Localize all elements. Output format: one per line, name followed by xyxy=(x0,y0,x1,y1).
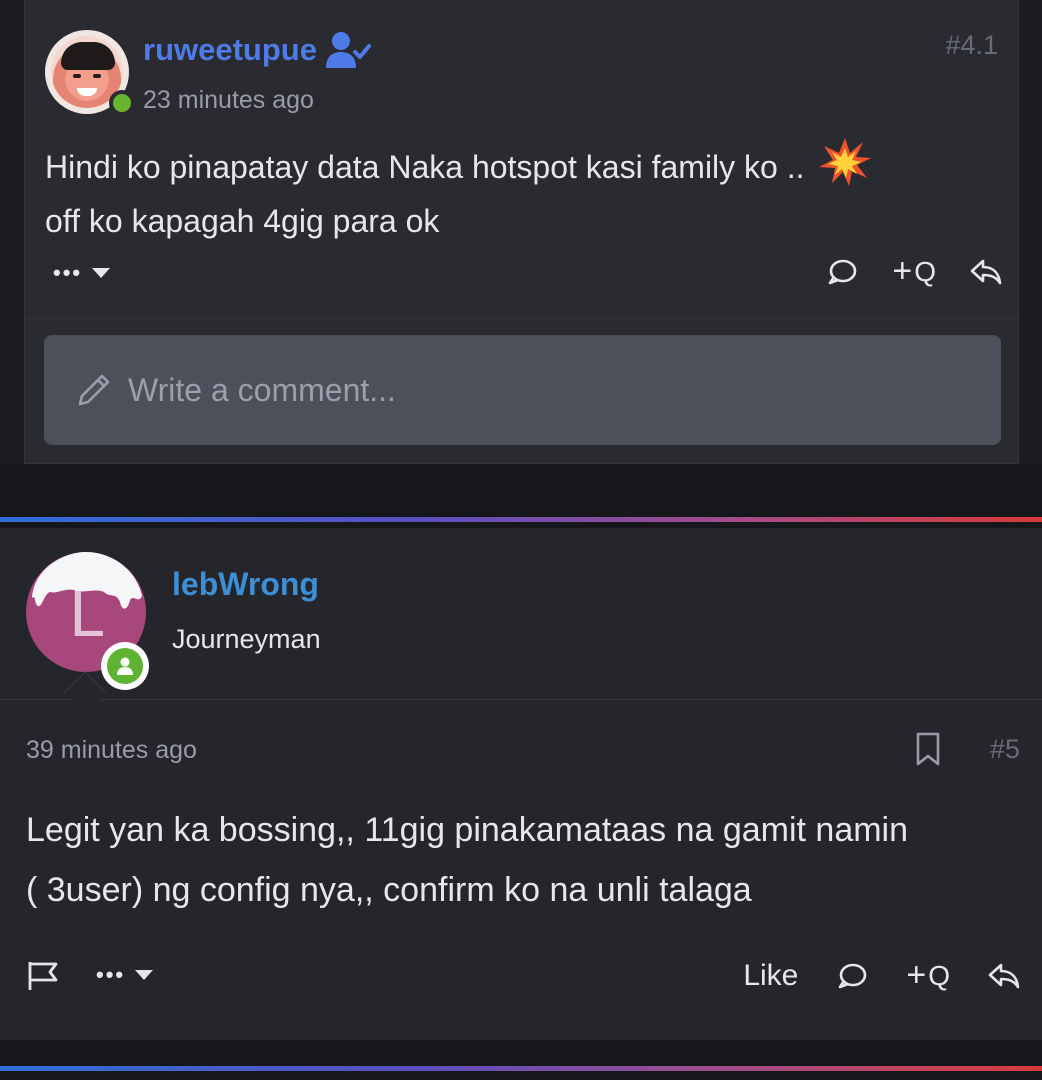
username-link[interactable]: lebWrong xyxy=(172,566,319,603)
post-number[interactable]: #4.1 xyxy=(945,30,998,61)
username-link[interactable]: ruweetupue xyxy=(143,30,371,70)
flag-icon[interactable] xyxy=(26,958,60,992)
explosion-emoji-icon xyxy=(819,138,872,186)
post-actions: + Q xyxy=(826,252,1002,291)
user-badge-icon xyxy=(117,657,133,675)
post-body-line: ( 3user) ng config nya,, confirm ko na u… xyxy=(26,871,752,909)
quote-label: Q xyxy=(914,255,936,287)
post-card: L lebWrong Journeyman 39 minutes ago #5 … xyxy=(0,528,1042,1040)
post-body-line: off ko kapagah 4gig para ok xyxy=(45,203,440,239)
bookmark-icon[interactable] xyxy=(914,732,942,766)
gradient-divider xyxy=(0,517,1042,522)
more-options-button[interactable]: ••• xyxy=(53,260,111,286)
comment-icon[interactable] xyxy=(836,960,868,992)
post-actions: Like + Q xyxy=(743,956,1020,995)
user-badge xyxy=(101,642,149,690)
gradient-divider xyxy=(0,1066,1042,1071)
post-toolbar: ••• Like + Q xyxy=(26,956,1020,1000)
post-number[interactable]: #5 xyxy=(990,734,1020,765)
multi-quote-button[interactable]: + Q xyxy=(906,956,950,995)
online-status-indicator xyxy=(109,90,135,116)
pencil-icon xyxy=(78,374,110,406)
comment-input[interactable]: Write a comment... xyxy=(44,335,1001,445)
caret-down-icon xyxy=(135,970,154,980)
post-timestamp[interactable]: 39 minutes ago xyxy=(26,736,197,765)
verified-user-icon xyxy=(325,32,371,68)
quote-label: Q xyxy=(928,959,950,991)
post-body: Legit yan ka bossing,, 11gig pinakamataa… xyxy=(26,800,1026,920)
post-separator xyxy=(0,1040,1042,1080)
post-timestamp[interactable]: 23 minutes ago xyxy=(143,86,314,115)
reply-card: ruweetupue 23 minutes ago #4.1 Hindi ko … xyxy=(24,0,1019,464)
username-text[interactable]: ruweetupue xyxy=(143,32,317,68)
reply-icon[interactable] xyxy=(988,960,1020,992)
user-title: Journeyman xyxy=(172,624,321,654)
forum-thread: ruweetupue 23 minutes ago #4.1 Hindi ko … xyxy=(0,0,1042,1080)
more-dots: ••• xyxy=(96,962,126,987)
comment-icon[interactable] xyxy=(826,256,858,288)
post-body: Hindi ko pinapatay data Naka hotspot kas… xyxy=(45,138,985,248)
reply-icon[interactable] xyxy=(970,256,1002,288)
multi-quote-button[interactable]: + Q xyxy=(892,252,936,291)
post-content: 39 minutes ago #5 Legit yan ka bossing,,… xyxy=(0,700,1042,1040)
post-body-line: Legit yan ka bossing,, 11gig pinakamataa… xyxy=(26,811,909,849)
comment-placeholder: Write a comment... xyxy=(128,371,396,408)
author-header: L lebWrong Journeyman xyxy=(0,528,1042,715)
more-dots: ••• xyxy=(53,260,83,285)
like-button[interactable]: Like xyxy=(743,959,798,993)
divider xyxy=(25,318,1018,319)
caret-down-icon xyxy=(92,268,111,278)
post-body-line: Hindi ko pinapatay data Naka hotspot kas… xyxy=(45,149,805,185)
more-options-button[interactable]: ••• xyxy=(96,962,154,988)
snow-cap-decoration xyxy=(32,552,142,609)
